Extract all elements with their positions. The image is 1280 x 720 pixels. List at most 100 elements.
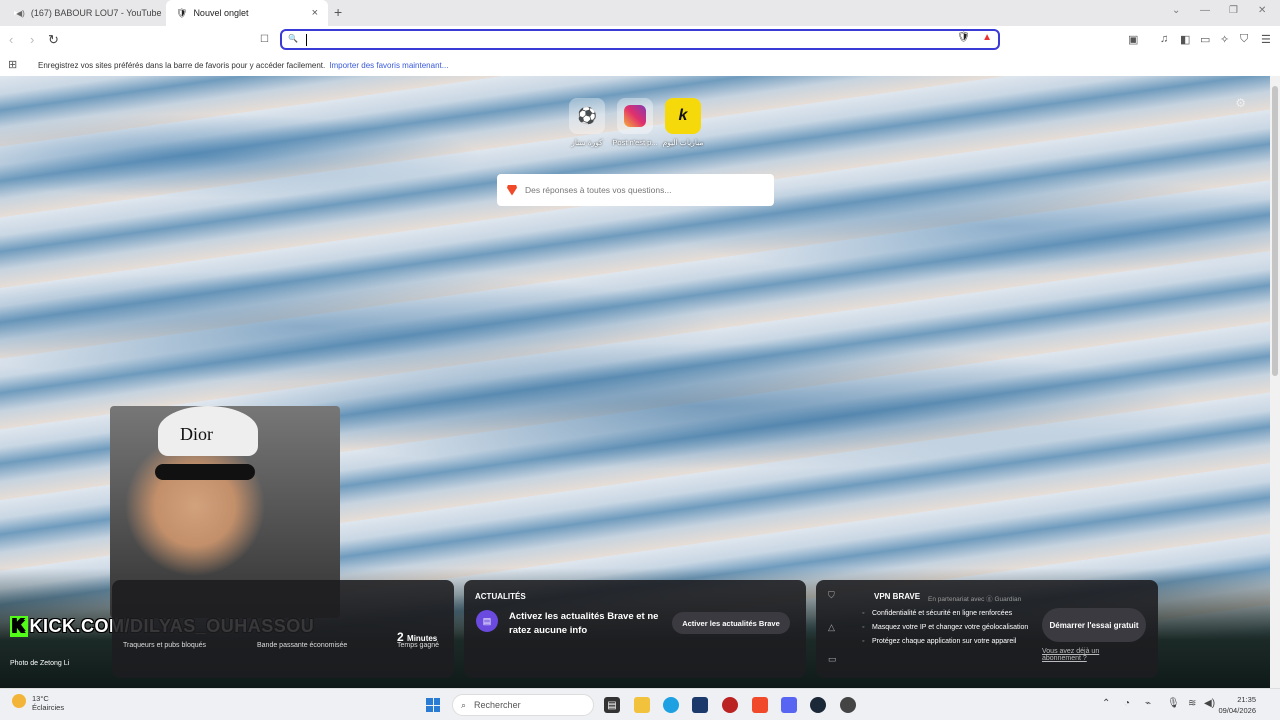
site-label: Post n'est p... <box>612 138 658 147</box>
site-label: مباريات اليوم <box>662 138 704 147</box>
instagram-icon <box>624 105 646 127</box>
date: 09/04/2026 <box>1218 706 1256 715</box>
apps-grid-icon[interactable]: ⊞ <box>8 58 17 71</box>
network-icon[interactable]: ⌁ <box>1145 698 1151 709</box>
vpn-features: Confidentialité et sécurité en ligne ren… <box>862 608 1032 650</box>
top-site-tile[interactable]: Post n'est p... <box>612 98 658 147</box>
weather-widget[interactable]: 13°C Éclaircies <box>12 694 64 712</box>
photo-credit[interactable]: Photo de Zetong Li <box>10 660 69 667</box>
close-window-button[interactable]: ✕ <box>1258 5 1266 16</box>
media-icon[interactable]: ♫ <box>1160 33 1168 45</box>
vpn-card: ⛉ △ ▭ VPN BRAVE En partenariat avec ⓖ Gu… <box>816 580 1158 678</box>
search-icon: ⌕ <box>461 699 467 710</box>
reload-button[interactable]: ↻ <box>48 32 59 48</box>
forward-button[interactable]: › <box>30 32 34 47</box>
talk-camera-icon[interactable]: ▭ <box>828 654 837 665</box>
wifi-icon[interactable]: ≋ <box>1188 698 1196 709</box>
new-tab-button[interactable]: + <box>334 4 342 20</box>
site-icon: k <box>665 98 701 134</box>
top-sites: ⚽ كورة ستار Post n'est p... k مباريات ال… <box>568 98 704 147</box>
site-icon: ⚽ <box>569 98 605 134</box>
brave-taskbar-icon[interactable] <box>752 697 768 713</box>
site-icon <box>617 98 653 134</box>
tab-search-chevron-icon[interactable]: ⌄ <box>1172 5 1180 16</box>
browser-window: ◀) (167) BABOUR LOU7 - YouTube 🛡 Nouvel … <box>0 0 1280 720</box>
stats-card: Traqueurs et pubs bloqués Bande passante… <box>112 580 454 678</box>
rewards-triangle-icon[interactable]: △ <box>828 622 835 633</box>
search-icon: 🔍 <box>288 34 298 43</box>
top-site-tile[interactable]: k مباريات اليوم <box>662 98 704 147</box>
app-icon[interactable] <box>722 697 738 713</box>
vpn-shield-icon[interactable]: ⛉ <box>828 590 835 601</box>
new-tab-page: ⚙ ⚽ كورة ستار Post n'est p... k مباريات … <box>0 76 1270 688</box>
start-trial-button[interactable]: Démarrer l'essai gratuit <box>1042 608 1146 642</box>
vpn-icon[interactable]: ⛉ <box>1240 33 1248 46</box>
scrollbar-thumb[interactable] <box>1272 86 1278 376</box>
text-caret <box>306 34 307 46</box>
menu-icon[interactable]: ☰ <box>1261 33 1271 46</box>
search-placeholder: Des réponses à toutes vos questions... <box>525 185 672 195</box>
brave-lion-icon <box>507 184 517 196</box>
import-bookmarks-link[interactable]: Importer des favoris maintenant... <box>329 61 448 70</box>
existing-subscription-link[interactable]: Vous avez déjà un abonnement ? <box>1042 648 1122 662</box>
tab-label: (167) BABOUR LOU7 - YouTube <box>30 8 162 18</box>
top-site-tile[interactable]: ⚽ كورة ستار <box>568 98 606 147</box>
tab-new-tab[interactable]: 🛡 Nouvel onglet × <box>166 0 328 26</box>
close-tab-icon[interactable]: × <box>312 7 318 19</box>
brave-rewards-icon[interactable]: ▲ <box>982 32 992 43</box>
discord-icon[interactable] <box>781 697 797 713</box>
chevron-up-icon[interactable]: ⌃ <box>1102 698 1110 709</box>
file-explorer-icon[interactable] <box>634 697 650 713</box>
news-icon: ▤ <box>476 610 498 632</box>
task-view-icon[interactable]: ▤ <box>604 697 620 713</box>
news-header: ACTUALITÉS <box>475 592 526 601</box>
site-label: كورة ستار <box>571 138 603 147</box>
app-icon[interactable] <box>840 697 856 713</box>
taskbar-search[interactable]: ⌕ Rechercher <box>452 694 594 716</box>
scrollbar[interactable] <box>1270 76 1280 688</box>
weather-condition: Éclaircies <box>32 703 65 712</box>
edge-icon[interactable] <box>663 697 679 713</box>
bookmarks-message: Enregistrez vos sites préférés dans la b… <box>38 60 326 70</box>
brave-shields-icon[interactable]: 🛡 <box>957 32 970 43</box>
back-button[interactable]: ‹ <box>9 32 13 47</box>
vpn-feature: Masquez votre IP et changez votre géoloc… <box>862 622 1032 633</box>
taskbar: 13°C Éclaircies ⌕ Rechercher ▤ ⌃ ◔ ⌁ 🎙 ≋ … <box>0 688 1280 720</box>
reading-list-icon[interactable]: ◧ <box>1180 33 1190 46</box>
minimize-button[interactable]: — <box>1200 5 1210 16</box>
address-bar[interactable]: 🔍 🛡 ▲ <box>280 29 1000 50</box>
vpn-title: VPN BRAVE <box>874 592 921 601</box>
tray-app-icon[interactable]: ◔ <box>1124 698 1130 709</box>
tab-bar: ◀) (167) BABOUR LOU7 - YouTube 🛡 Nouvel … <box>0 0 1280 26</box>
news-card: ACTUALITÉS ▤ Activez les actualités Brav… <box>464 580 806 678</box>
bookmark-page-icon[interactable]: ☐ <box>260 34 269 45</box>
partly-sunny-icon <box>12 694 26 708</box>
taskbar-search-label: Rechercher <box>474 700 521 710</box>
time-saved-label: Temps gagné <box>397 642 440 649</box>
tab-label: Nouvel onglet <box>193 8 249 18</box>
store-icon[interactable] <box>692 697 708 713</box>
vpn-feature: Confidentialité et sécurité en ligne ren… <box>862 608 1032 619</box>
vpn-partner: En partenariat avec ⓖ Guardian <box>928 596 1022 603</box>
bookmarks-bar: ⊞ Enregistrez vos sites préférés dans la… <box>0 54 1280 76</box>
bandwidth-label: Bande passante économisée <box>257 642 348 649</box>
tab-youtube[interactable]: ◀) (167) BABOUR LOU7 - YouTube <box>0 0 165 26</box>
sidebar-icon[interactable]: ▣ <box>1128 33 1138 46</box>
microphone-icon[interactable]: 🎙 <box>1167 698 1180 709</box>
temperature: 13°C <box>32 694 49 703</box>
sunglasses <box>155 464 255 480</box>
restore-button[interactable]: ❐ <box>1229 5 1238 16</box>
search-box[interactable]: Des réponses à toutes vos questions... <box>497 174 774 206</box>
brave-lion-icon: 🛡 <box>176 7 188 18</box>
leo-ai-icon[interactable]: ✧ <box>1220 33 1229 46</box>
news-text: Activez les actualités Brave et ne ratez… <box>509 611 659 636</box>
wallet-icon[interactable]: ▭ <box>1200 33 1210 46</box>
customize-gear-icon[interactable]: ⚙ <box>1235 96 1246 110</box>
volume-icon[interactable]: ◀) <box>1204 698 1215 709</box>
windows-start-icon[interactable] <box>426 698 440 712</box>
system-clock[interactable]: 21:35 09/04/2026 <box>1218 694 1256 716</box>
enable-news-button[interactable]: Activer les actualités Brave <box>672 612 790 634</box>
steam-icon[interactable] <box>810 697 826 713</box>
time: 21:35 <box>1237 695 1256 704</box>
kick-logo: K <box>10 616 28 637</box>
